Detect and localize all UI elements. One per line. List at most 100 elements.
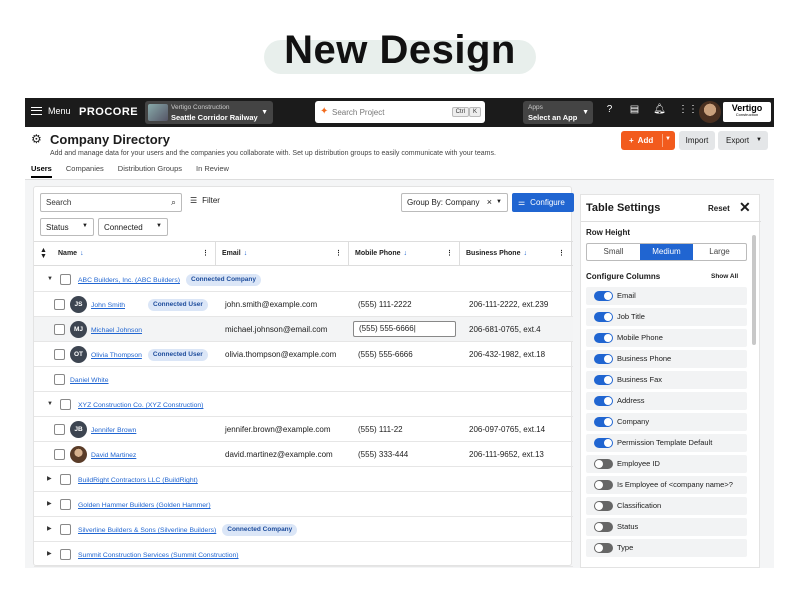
reset-button[interactable]: Reset (708, 204, 730, 213)
export-button[interactable]: Export ▼ (718, 131, 768, 150)
chevron-down-icon[interactable]: ▼ (47, 392, 53, 417)
show-all-button[interactable]: Show All (711, 273, 738, 280)
toggle-switch[interactable] (594, 396, 613, 406)
help-icon[interactable]: ? (603, 104, 616, 115)
mobile-cell[interactable]: (555) 111-22 (358, 417, 403, 442)
mobile-cell[interactable]: (555) 555-6666 (358, 342, 413, 367)
chevron-right-icon[interactable]: ▶ (47, 517, 52, 542)
business-cell[interactable]: 206-432-1982, ext.18 (469, 342, 545, 367)
close-icon[interactable]: ✕ (739, 199, 751, 216)
column-toggle-status[interactable]: Status (586, 518, 747, 536)
project-selector[interactable]: Vertigo Construction Seattle Corridor Ra… (145, 101, 273, 124)
email-cell[interactable]: david.martinez@example.com (225, 442, 333, 467)
company-link[interactable]: BuildRight Contractors LLC (BuildRight) (78, 477, 198, 484)
configure-button[interactable]: ⚌ Configure (512, 193, 574, 212)
table-row[interactable]: MJ Michael Johnson michael.johnson@email… (34, 317, 573, 342)
status-dropdown[interactable]: Status ▼ (40, 218, 94, 236)
table-row[interactable]: JS John Smith Connected User john.smith@e… (34, 292, 573, 317)
table-row[interactable]: OT Olivia Thompson Connected User olivia.… (34, 342, 573, 367)
connected-dropdown[interactable]: Connected ▼ (98, 218, 168, 236)
row-checkbox[interactable] (54, 424, 65, 435)
mobile-cell[interactable]: (555) 333-444 (358, 442, 408, 467)
column-menu-icon[interactable]: ⋮ (202, 242, 209, 266)
column-header-name[interactable]: Name ↓ ⋮ (52, 242, 216, 266)
company-link[interactable]: Golden Hammer Builders (Golden Hammer) (78, 502, 211, 509)
user-avatar[interactable] (699, 101, 721, 123)
apps-grid-icon[interactable]: ⋮⋮ (678, 104, 698, 115)
group-by-select[interactable]: Group By: Company × ▼ (401, 193, 508, 212)
column-toggle-employee-id[interactable]: Employee ID (586, 455, 747, 473)
column-menu-icon[interactable]: ⋮ (335, 242, 342, 266)
business-cell[interactable]: 206-111-2222, ext.239 (469, 292, 548, 317)
column-toggle-business-fax[interactable]: Business Fax (586, 371, 747, 389)
business-cell[interactable]: 206-681-0765, ext.4 (469, 317, 541, 342)
tab-in-review[interactable]: In Review (196, 164, 229, 178)
row-checkbox[interactable] (60, 549, 71, 560)
column-menu-icon[interactable]: ⋮ (558, 242, 565, 266)
toggle-switch[interactable] (594, 333, 613, 343)
row-checkbox[interactable] (60, 524, 71, 535)
toggle-switch[interactable] (594, 438, 613, 448)
email-cell[interactable]: john.smith@example.com (225, 292, 317, 317)
row-height-large[interactable]: Large (693, 244, 746, 260)
import-button[interactable]: Import (679, 131, 715, 150)
table-row[interactable]: David Martinez david.martinez@example.co… (34, 442, 573, 467)
toggle-switch[interactable] (594, 312, 613, 322)
toggle-switch[interactable] (594, 480, 613, 490)
toggle-switch[interactable] (594, 354, 613, 364)
user-link[interactable]: Jennifer Brown (91, 427, 136, 434)
chevron-right-icon[interactable]: ▶ (47, 492, 52, 517)
company-link[interactable]: XYZ Construction Co. (XYZ Construction) (78, 402, 203, 409)
chat-icon[interactable]: ▤ (628, 104, 641, 115)
row-checkbox[interactable] (54, 324, 65, 335)
row-checkbox[interactable] (60, 274, 71, 285)
column-toggle-type[interactable]: Type (586, 539, 747, 557)
row-checkbox[interactable] (60, 499, 71, 510)
toggle-switch[interactable] (594, 543, 613, 553)
tab-distribution-groups[interactable]: Distribution Groups (118, 164, 182, 178)
mobile-cell[interactable]: (555) 111-2222 (358, 292, 412, 317)
group-row[interactable]: ▶ Summit Construction Services (Summit C… (34, 542, 573, 567)
business-cell[interactable]: 206-097-0765, ext.14 (469, 417, 545, 442)
email-cell[interactable]: jennifer.brown@example.com (225, 417, 331, 442)
toggle-switch[interactable] (594, 522, 613, 532)
row-height-small[interactable]: Small (587, 244, 640, 260)
column-toggle-is-employee[interactable]: Is Employee of <company name>? (586, 476, 747, 494)
mobile-edit-input[interactable]: (555) 555-6666| (353, 321, 456, 337)
group-row[interactable]: ▼ ABC Builders, Inc. (ABC Builders) Conne… (34, 267, 573, 292)
search-input[interactable]: Search ⌕ (40, 193, 182, 212)
project-search-input[interactable]: ✦ Search Project Ctrl K (315, 101, 485, 123)
table-row[interactable]: Daniel White (34, 367, 573, 392)
row-checkbox[interactable] (54, 374, 65, 385)
procore-logo[interactable]: PROCORE (79, 106, 138, 118)
column-toggle-business-phone[interactable]: Business Phone (586, 350, 747, 368)
column-menu-icon[interactable]: ⋮ (446, 242, 453, 266)
column-toggle-job-title[interactable]: Job Title (586, 308, 747, 326)
toggle-switch[interactable] (594, 291, 613, 301)
bell-icon[interactable]: 🔔︎ (653, 104, 666, 115)
tab-companies[interactable]: Companies (66, 164, 104, 178)
settings-scrollbar[interactable] (752, 235, 756, 345)
group-row[interactable]: ▶ Silverline Builders & Sons (Silverline… (34, 517, 573, 542)
toggle-switch[interactable] (594, 501, 613, 511)
company-link[interactable]: Summit Construction Services (Summit Con… (78, 552, 239, 559)
menu-button[interactable]: Menu (31, 106, 71, 116)
business-cell[interactable]: 206-111-9652, ext.13 (469, 442, 544, 467)
column-toggle-email[interactable]: Email (586, 287, 747, 305)
column-toggle-mobile-phone[interactable]: Mobile Phone (586, 329, 747, 347)
toggle-switch[interactable] (594, 417, 613, 427)
group-row[interactable]: ▶ Golden Hammer Builders (Golden Hammer) (34, 492, 573, 517)
sort-toggle-icon[interactable]: ▲ ▼ (40, 247, 47, 260)
chevron-down-icon[interactable]: ▼ (47, 267, 53, 292)
user-link[interactable]: Olivia Thompson (91, 352, 142, 359)
chevron-right-icon[interactable]: ▶ (47, 467, 52, 492)
column-toggle-address[interactable]: Address (586, 392, 747, 410)
company-link[interactable]: Silverline Builders & Sons (Silverline B… (78, 527, 216, 534)
toggle-switch[interactable] (594, 375, 613, 385)
column-toggle-company[interactable]: Company (586, 413, 747, 431)
add-button[interactable]: + Add ▼ (621, 131, 675, 150)
group-row[interactable]: ▶ BuildRight Contractors LLC (BuildRight… (34, 467, 573, 492)
filter-button[interactable]: ☰ Filter (190, 196, 220, 205)
user-link[interactable]: Michael Johnson (91, 327, 142, 334)
clear-icon[interactable]: × (487, 197, 492, 207)
